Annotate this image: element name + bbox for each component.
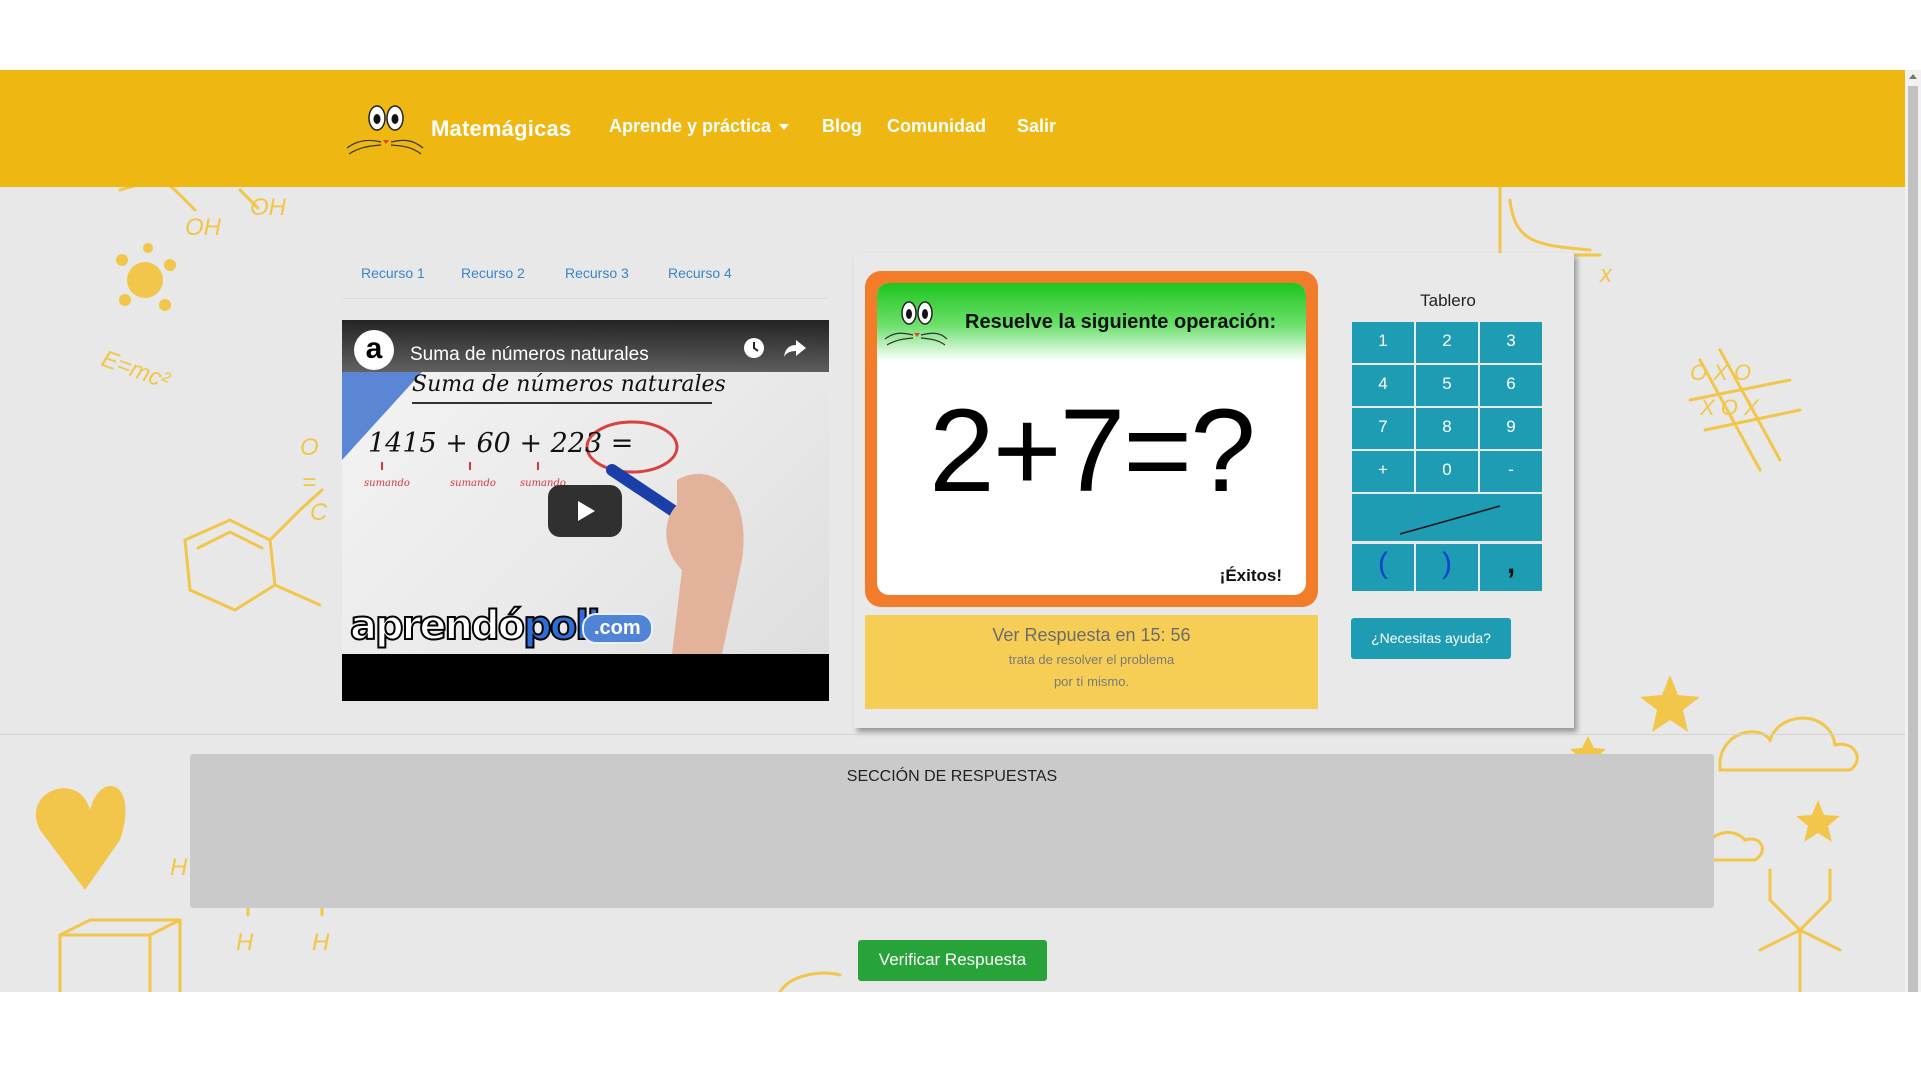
nav-comunidad-link[interactable]: Comunidad [887, 116, 986, 137]
tab-recurso-2[interactable]: Recurso 2 [461, 265, 525, 281]
tab-recurso-3[interactable]: Recurso 3 [565, 265, 629, 281]
key-1[interactable]: 1 [1352, 322, 1414, 363]
key-fraction[interactable] [1352, 494, 1542, 541]
section-divider [0, 734, 1905, 735]
nav-aprende-dropdown[interactable]: Aprende y práctica [609, 116, 790, 137]
logo-part-1: aprendó [349, 602, 526, 650]
timer-text: Ver Respuesta en 15: 56 [992, 625, 1191, 645]
key-minus[interactable]: - [1480, 451, 1542, 492]
key-4[interactable]: 4 [1352, 365, 1414, 406]
answers-section: SECCIÓN DE RESPUESTAS [190, 754, 1714, 908]
svg-text:x: x [1599, 261, 1613, 288]
svg-text:H: H [170, 854, 188, 881]
cat-mascot-icon [346, 105, 424, 155]
key-close-paren[interactable]: ) [1416, 544, 1478, 591]
youtube-video-player[interactable]: Suma de números naturales 1415 + 60 + 22… [342, 320, 829, 701]
video-board-title: Suma de números naturales [412, 372, 726, 404]
answers-title: SECCIÓN DE RESPUESTAS [846, 768, 1058, 785]
tab-recurso-4[interactable]: Recurso 4 [668, 265, 732, 281]
problem-expression: 2+7=? [929, 385, 1256, 517]
problem-instruction: Resuelve la siguiente operación: [965, 311, 1277, 333]
key-7[interactable]: 7 [1352, 408, 1414, 449]
nav-salir-link[interactable]: Salir [1017, 116, 1056, 137]
good-luck-text: ¡Éxitos! [1219, 566, 1282, 585]
page-viewport: OH OH E=mc² O = C H H H x R² O X O X O X [0, 70, 1905, 992]
aprendopolis-logo: aprendópolis [349, 602, 623, 650]
video-title[interactable]: Suma de números naturales [410, 344, 649, 366]
key-0[interactable]: 0 [1416, 451, 1478, 492]
vertical-scrollbar[interactable] [1905, 70, 1921, 992]
svg-text:O X O: O X O [1690, 360, 1751, 385]
video-board-label: sumando [364, 478, 410, 489]
fraction-bar-icon [1399, 505, 1501, 535]
key-8[interactable]: 8 [1416, 408, 1478, 449]
watch-later-icon[interactable] [742, 336, 766, 360]
tabs-divider [342, 298, 829, 299]
svg-text:E=mc²: E=mc² [98, 345, 174, 395]
logo-suffix-badge: .com [582, 613, 653, 644]
play-icon[interactable] [548, 485, 622, 537]
key-9[interactable]: 9 [1480, 408, 1542, 449]
brand-name: Matemágicas [431, 116, 572, 141]
keyboard-title: Tablero [1420, 291, 1476, 310]
key-5[interactable]: 5 [1416, 365, 1478, 406]
key-6[interactable]: 6 [1480, 365, 1542, 406]
video-board-label: sumando [450, 478, 496, 489]
nav-aprende-label: Aprende y práctica [609, 116, 772, 136]
channel-logo-icon[interactable]: a [354, 330, 394, 370]
problem-header: Resuelve la siguiente operación: [877, 283, 1306, 361]
help-button[interactable]: ¿Necesitas ayuda? [1351, 618, 1511, 659]
top-navbar: Matemágicas Aprende y práctica Blog Comu… [0, 70, 1905, 187]
answer-timer-box: Ver Respuesta en 15: 56 trata de resolve… [865, 615, 1318, 709]
key-comma[interactable]: , [1480, 544, 1542, 591]
key-2[interactable]: 2 [1416, 322, 1478, 363]
scroll-up-arrow-icon[interactable] [1909, 74, 1917, 79]
share-icon[interactable] [782, 336, 808, 360]
nav-blog-link[interactable]: Blog [822, 116, 862, 137]
svg-text:=: = [302, 469, 316, 496]
timer-hint-line-1: trata de resolver el problema [1008, 652, 1175, 667]
key-open-paren[interactable]: ( [1352, 544, 1414, 591]
key-plus[interactable]: + [1352, 451, 1414, 492]
timer-hint-line-2: por tí mismo. [1053, 674, 1130, 689]
svg-text:H: H [236, 929, 254, 956]
key-3[interactable]: 3 [1480, 322, 1542, 363]
caret-down-icon [779, 124, 790, 131]
scrollbar-thumb[interactable] [1908, 86, 1918, 992]
svg-text:C: C [310, 499, 328, 526]
video-board-equation: 1415 + 60 + 223 = [368, 428, 634, 459]
problem-card: Resuelve la siguiente operación: 2+7=? ¡… [865, 271, 1318, 607]
tab-recurso-1[interactable]: Recurso 1 [361, 265, 425, 281]
svg-text:OH: OH [185, 214, 222, 241]
svg-text:O: O [300, 434, 319, 461]
svg-text:OH: OH [250, 194, 287, 221]
verify-answer-button[interactable]: Verificar Respuesta [858, 940, 1047, 981]
svg-text:H: H [312, 929, 330, 956]
video-title-bar: a Suma de números naturales [342, 320, 829, 372]
brand-logo-link[interactable]: Matemágicas [345, 100, 571, 158]
problem-card-inner: Resuelve la siguiente operación: 2+7=? ¡… [877, 283, 1306, 595]
cat-mascot-icon [884, 301, 948, 346]
svg-text:X O X: X O X [1699, 395, 1760, 420]
